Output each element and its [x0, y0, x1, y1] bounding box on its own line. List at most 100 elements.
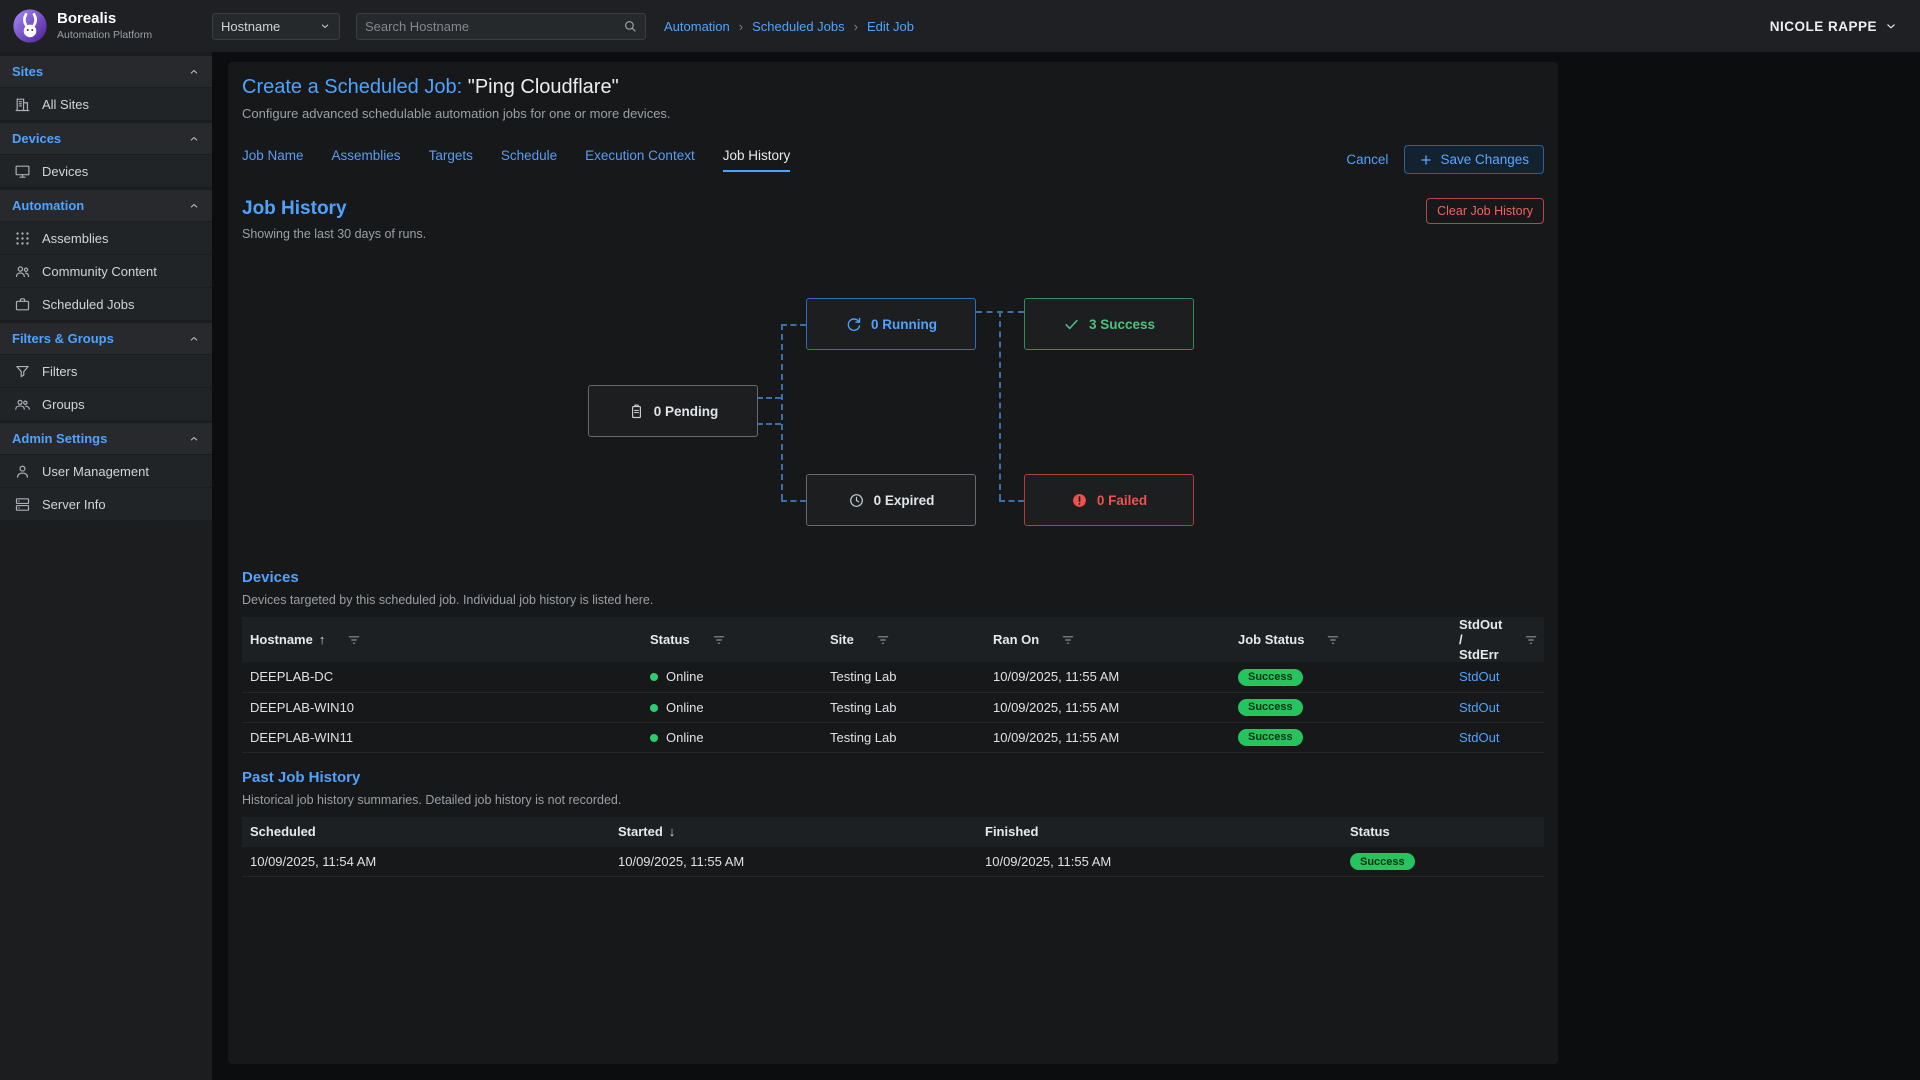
device-site: Testing Lab [822, 692, 985, 722]
stdout-link[interactable]: StdOut [1459, 700, 1499, 715]
tab-bar-row: Job Name Assemblies Targets Schedule Exe… [242, 145, 1544, 174]
column-header-site[interactable]: Site [830, 632, 854, 647]
sort-desc-icon[interactable]: ↓ [669, 824, 676, 839]
breadcrumb-automation[interactable]: Automation [664, 19, 730, 34]
sidebar-item-label: User Management [42, 464, 149, 479]
filter-icon[interactable] [712, 633, 726, 647]
column-header-job-status[interactable]: Job Status [1238, 632, 1304, 647]
building-icon [14, 96, 31, 113]
filter-icon[interactable] [347, 633, 361, 647]
borealis-logo-icon [12, 8, 48, 44]
column-header-hostname[interactable]: Hostname [250, 632, 313, 647]
job-status-badge: Success [1238, 729, 1303, 746]
groups-icon [14, 396, 31, 413]
past-job-history-section: Past Job History Historical job history … [242, 769, 1544, 878]
user-name: NICOLE RAPPE [1770, 19, 1877, 34]
hostname-select[interactable]: Hostname [212, 13, 340, 40]
page-title-name: "Ping Cloudflare" [468, 76, 619, 98]
brand: Borealis Automation Platform [0, 8, 212, 44]
flow-node-label: 0 Expired [874, 493, 935, 508]
tab-schedule[interactable]: Schedule [501, 148, 557, 172]
filter-icon[interactable] [1326, 633, 1340, 647]
flow-node-label: 0 Running [871, 317, 937, 332]
breadcrumb-scheduled-jobs[interactable]: Scheduled Jobs [752, 19, 845, 34]
column-header-status[interactable]: Status [1350, 824, 1390, 839]
chevron-down-icon [1884, 19, 1898, 33]
sidebar-item-filters[interactable]: Filters [0, 354, 212, 387]
history-started: 10/09/2025, 11:55 AM [610, 847, 977, 877]
column-header-started[interactable]: Started [618, 824, 663, 839]
filter-icon[interactable] [876, 633, 890, 647]
devices-header-row: Hostname↑ Status Site Ran On Job Status … [242, 617, 1544, 662]
clear-job-history-button[interactable]: Clear Job History [1426, 198, 1544, 224]
sidebar-item-community-content[interactable]: Community Content [0, 254, 212, 287]
sidebar-item-label: Filters [42, 364, 77, 379]
sort-asc-icon[interactable]: ↑ [319, 632, 326, 647]
sidebar-item-devices[interactable]: Devices [0, 154, 212, 187]
tab-job-history[interactable]: Job History [723, 148, 791, 172]
flow-node-running[interactable]: 0 Running [806, 298, 976, 350]
device-site: Testing Lab [822, 662, 985, 692]
device-ran-on: 10/09/2025, 11:55 AM [985, 722, 1230, 752]
save-changes-button[interactable]: Save Changes [1404, 145, 1544, 174]
sidebar-item-label: Groups [42, 397, 85, 412]
column-header-status[interactable]: Status [650, 632, 690, 647]
flow-node-expired[interactable]: 0 Expired [806, 474, 976, 526]
devices-subheading: Devices targeted by this scheduled job. … [242, 593, 1544, 607]
cancel-button[interactable]: Cancel [1346, 152, 1388, 167]
tab-execution-context[interactable]: Execution Context [585, 148, 695, 172]
filter-icon[interactable] [1524, 633, 1538, 647]
sidebar-item-server-info[interactable]: Server Info [0, 487, 212, 520]
sidebar-section-sites[interactable]: Sites [0, 56, 212, 87]
sidebar-section-devices[interactable]: Devices [0, 123, 212, 154]
filter-icon[interactable] [1061, 633, 1075, 647]
chevron-down-icon [319, 20, 331, 32]
flow-node-success[interactable]: 3 Success [1024, 298, 1194, 350]
flow-node-failed[interactable]: 0 Failed [1024, 474, 1194, 526]
history-status-badge: Success [1350, 853, 1415, 870]
sidebar-section-filters-groups[interactable]: Filters & Groups [0, 323, 212, 354]
column-header-scheduled[interactable]: Scheduled [250, 824, 316, 839]
device-status: Online [666, 700, 704, 715]
search-icon[interactable] [623, 19, 637, 33]
chevron-up-icon [188, 200, 200, 212]
search-input[interactable] [365, 19, 617, 34]
device-site: Testing Lab [822, 722, 985, 752]
flow-connector [781, 500, 806, 502]
sidebar-section-automation[interactable]: Automation [0, 190, 212, 221]
breadcrumb-edit-job[interactable]: Edit Job [867, 19, 914, 34]
form-actions: Cancel Save Changes [1346, 145, 1544, 174]
sidebar-section-admin-settings[interactable]: Admin Settings [0, 423, 212, 454]
column-header-stdout[interactable]: StdOut / StdErr [1459, 617, 1502, 662]
tab-targets[interactable]: Targets [429, 148, 473, 172]
stdout-link[interactable]: StdOut [1459, 730, 1499, 745]
device-ran-on: 10/09/2025, 11:55 AM [985, 692, 1230, 722]
tab-assemblies[interactable]: Assemblies [332, 148, 401, 172]
chevron-up-icon [188, 433, 200, 445]
user-menu[interactable]: NICOLE RAPPE [1770, 19, 1898, 34]
sidebar-item-scheduled-jobs[interactable]: Scheduled Jobs [0, 287, 212, 320]
sidebar: Sites All Sites Devices Devices Automati… [0, 52, 212, 1080]
page-subtitle: Configure advanced schedulable automatio… [242, 106, 1544, 121]
flow-node-pending[interactable]: 0 Pending [588, 385, 758, 437]
device-hostname: DEEPLAB-WIN11 [242, 722, 642, 752]
hostname-select-value: Hostname [221, 19, 280, 34]
sidebar-item-user-management[interactable]: User Management [0, 454, 212, 487]
job-status-badge: Success [1238, 699, 1303, 716]
device-row: DEEPLAB-DC Online Testing Lab 10/09/2025… [242, 662, 1544, 692]
server-icon [14, 496, 31, 513]
history-row: 10/09/2025, 11:54 AM 10/09/2025, 11:55 A… [242, 847, 1544, 877]
sidebar-item-label: Scheduled Jobs [42, 297, 135, 312]
sidebar-item-assemblies[interactable]: Assemblies [0, 221, 212, 254]
column-header-ran-on[interactable]: Ran On [993, 632, 1039, 647]
flow-connector [781, 324, 783, 500]
column-header-finished[interactable]: Finished [985, 824, 1038, 839]
sidebar-item-all-sites[interactable]: All Sites [0, 87, 212, 120]
stdout-link[interactable]: StdOut [1459, 669, 1499, 684]
grid-icon [14, 230, 31, 247]
sidebar-item-label: Community Content [42, 264, 157, 279]
check-icon [1063, 316, 1080, 333]
sidebar-item-groups[interactable]: Groups [0, 387, 212, 420]
tab-job-name[interactable]: Job Name [242, 148, 304, 172]
clock-icon [848, 492, 865, 509]
